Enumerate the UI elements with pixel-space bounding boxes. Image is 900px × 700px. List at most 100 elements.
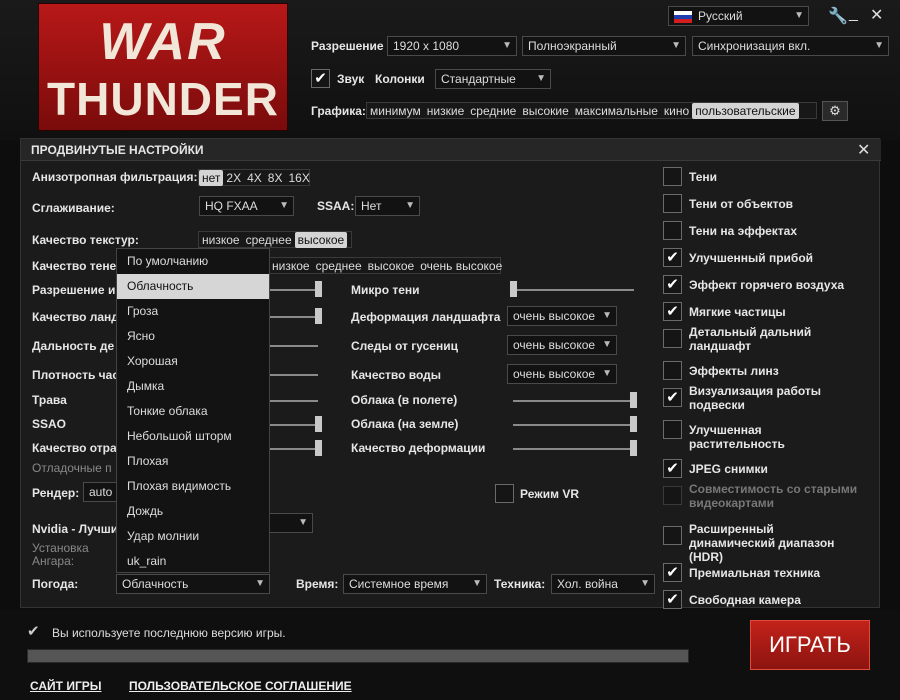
chevron-down-icon: ▼ xyxy=(602,310,612,321)
close-panel-icon[interactable]: ✕ xyxy=(857,140,870,160)
ssaa-select[interactable]: Нет ▼ xyxy=(355,196,420,216)
speakers-select[interactable]: Стандартные ▼ xyxy=(435,69,551,89)
slider-track[interactable] xyxy=(270,345,318,347)
slider-track[interactable] xyxy=(513,400,637,402)
weather-option[interactable]: Плохая видимость xyxy=(117,474,269,499)
texture-option[interactable]: среднее xyxy=(243,232,295,248)
slider-knob[interactable] xyxy=(630,392,637,408)
slider-track[interactable] xyxy=(270,448,320,450)
weather-option[interactable]: Тонкие облака xyxy=(117,399,269,424)
time-select[interactable]: Системное время ▼ xyxy=(343,574,487,594)
texture-selector[interactable]: низкое среднее высокое xyxy=(198,231,352,248)
terrain-deform-select[interactable]: очень высокое ▼ xyxy=(507,306,617,326)
slider-track[interactable] xyxy=(270,316,320,318)
slider-knob[interactable] xyxy=(315,281,322,297)
shadow-quality-selector[interactable]: низкое среднее высокое очень высокое xyxy=(268,257,502,274)
aniso-option[interactable]: 16X xyxy=(285,170,312,186)
slider-track[interactable] xyxy=(270,400,318,402)
slider-knob[interactable] xyxy=(315,416,322,432)
water-select[interactable]: очень высокое ▼ xyxy=(507,364,617,384)
weather-option[interactable]: Облачность xyxy=(117,274,269,299)
slider-knob[interactable] xyxy=(315,308,322,324)
slider-track[interactable] xyxy=(513,289,634,291)
nvidia-select[interactable]: ▼ xyxy=(268,513,313,533)
graphics-preset-option[interactable]: пользовательские xyxy=(692,103,799,119)
graphics-preset-option[interactable]: низкие xyxy=(424,103,467,119)
slider-track[interactable] xyxy=(270,424,320,426)
weather-option[interactable]: Плохая xyxy=(117,449,269,474)
shadow-option[interactable]: высокое xyxy=(365,258,418,274)
weather-option[interactable]: Небольшой шторм xyxy=(117,424,269,449)
feature-checkbox[interactable]: ✔ xyxy=(663,563,682,582)
clouds-ground-label: Облака (на земле) xyxy=(351,417,459,431)
aniso-option[interactable]: 8X xyxy=(265,170,286,186)
close-window-icon[interactable]: ✕ xyxy=(870,5,883,25)
feature-checkbox[interactable] xyxy=(663,526,682,545)
slider-knob[interactable] xyxy=(315,440,322,456)
gear-icon[interactable]: ⚙ xyxy=(822,101,848,121)
feature-checkbox[interactable]: ✔ xyxy=(663,302,682,321)
feature-checkbox[interactable]: ✔ xyxy=(663,275,682,294)
sound-checkbox[interactable]: ✔ xyxy=(311,69,330,88)
site-link[interactable]: САЙТ ИГРЫ xyxy=(30,679,102,693)
feature-label: Визуализация работы подвески xyxy=(689,384,822,412)
aniso-option[interactable]: 2X xyxy=(223,170,244,186)
vsync-select[interactable]: Синхронизация вкл. ▼ xyxy=(692,36,889,56)
feature-checkbox[interactable]: ✔ xyxy=(663,590,682,609)
texture-option[interactable]: низкое xyxy=(199,232,243,248)
graphics-preset-option[interactable]: минимум xyxy=(367,103,424,119)
agreement-link[interactable]: ПОЛЬЗОВАТЕЛЬСКОЕ СОГЛАШЕНИЕ xyxy=(129,679,352,693)
texture-option[interactable]: высокое xyxy=(294,232,348,248)
graphics-preset-option[interactable]: средние xyxy=(467,103,519,119)
left-label-6: Качество отра xyxy=(32,441,117,455)
tracks-select[interactable]: очень высокое ▼ xyxy=(507,335,617,355)
feature-checkbox[interactable] xyxy=(663,420,682,439)
weather-option[interactable]: Дымка xyxy=(117,374,269,399)
slider-track[interactable] xyxy=(513,448,637,450)
slider-track[interactable] xyxy=(270,289,320,291)
graphics-preset-option[interactable]: кино xyxy=(661,103,692,119)
shadow-option[interactable]: низкое xyxy=(269,258,313,274)
language-select[interactable]: Русский ▼ xyxy=(668,6,809,26)
slider-knob[interactable] xyxy=(510,281,517,297)
feature-checkbox[interactable] xyxy=(663,361,682,380)
shadow-option[interactable]: среднее xyxy=(313,258,365,274)
slider-knob[interactable] xyxy=(630,416,637,432)
weather-option[interactable]: Хорошая xyxy=(117,349,269,374)
slider-knob[interactable] xyxy=(630,440,637,456)
wrench-icon[interactable]: 🔧 xyxy=(828,6,848,26)
shadow-option[interactable]: очень высокое xyxy=(417,258,505,274)
weather-option[interactable]: Ясно xyxy=(117,324,269,349)
weather-option[interactable]: Гроза xyxy=(117,299,269,324)
slider-track[interactable] xyxy=(270,374,318,376)
weather-option[interactable]: По умолчанию xyxy=(117,249,269,274)
weather-option[interactable]: uk_rain xyxy=(117,549,269,574)
weather-option[interactable]: Дождь xyxy=(117,499,269,524)
aniso-selector[interactable]: нет 2X 4X 8X 16X xyxy=(198,169,310,186)
feature-checkbox[interactable] xyxy=(663,167,682,186)
micro-shadows-label: Микро тени xyxy=(351,283,420,297)
weather-select[interactable]: Облачность ▼ xyxy=(116,574,270,594)
tech-select[interactable]: Хол. война ▼ xyxy=(551,574,655,594)
feature-checkbox[interactable] xyxy=(663,221,682,240)
graphics-preset-option[interactable]: высокие xyxy=(519,103,571,119)
nvidia-label: Nvidia - Лучши xyxy=(32,522,119,536)
feature-checkbox[interactable]: ✔ xyxy=(663,388,682,407)
feature-checkbox[interactable]: ✔ xyxy=(663,459,682,478)
feature-checkbox[interactable] xyxy=(663,329,682,348)
feature-checkbox[interactable] xyxy=(663,486,682,505)
play-button[interactable]: ИГРАТЬ xyxy=(750,620,870,670)
aa-select[interactable]: HQ FXAA ▼ xyxy=(199,196,294,216)
aniso-option[interactable]: 4X xyxy=(244,170,265,186)
feature-checkbox[interactable] xyxy=(663,194,682,213)
resolution-select[interactable]: 1920 x 1080 ▼ xyxy=(387,36,517,56)
graphics-preset-selector[interactable]: минимум низкие средние высокие максимальные к… xyxy=(366,102,817,119)
slider-track[interactable] xyxy=(513,424,637,426)
vr-checkbox[interactable] xyxy=(495,484,514,503)
graphics-preset-option[interactable]: максимальные xyxy=(572,103,661,119)
display-mode-select[interactable]: Полноэкранный ▼ xyxy=(522,36,686,56)
weather-option[interactable]: Удар молнии xyxy=(117,524,269,549)
aniso-option[interactable]: нет xyxy=(199,170,224,186)
minimize-icon[interactable]: _ xyxy=(849,5,858,23)
feature-checkbox[interactable]: ✔ xyxy=(663,248,682,267)
